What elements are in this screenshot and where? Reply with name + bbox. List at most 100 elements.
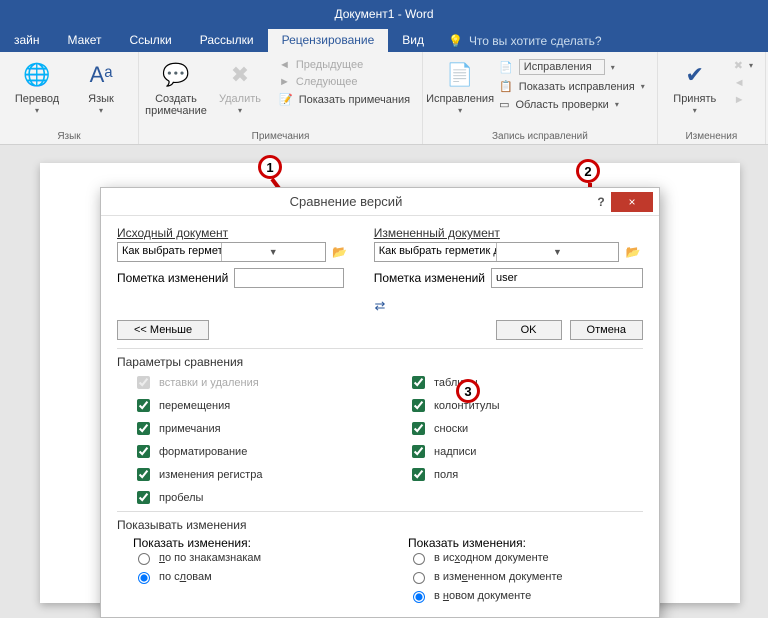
language-button[interactable]: Аᵃ Язык▾: [72, 56, 130, 116]
reviewing-pane-label: Область проверки: [515, 99, 608, 111]
prev-change-icon: ◄: [734, 77, 745, 89]
show-comments-icon: 📝: [279, 93, 293, 106]
dialog-help-button[interactable]: ?: [591, 195, 611, 209]
group-tracking: 📄 Исправления▾ 📄Исправления▾ 📋 Показать и…: [423, 52, 658, 144]
translate-label: Перевод: [15, 93, 59, 105]
tab-view[interactable]: Вид: [388, 29, 438, 52]
chk-ws[interactable]: пробелы: [133, 488, 368, 507]
swap-button[interactable]: ⇄: [375, 298, 386, 313]
tab-references[interactable]: Ссылки: [115, 29, 185, 52]
track-label: Исправления: [426, 93, 494, 105]
chk-case[interactable]: изменения регистра: [133, 465, 368, 484]
dialog-close-button[interactable]: ×: [611, 192, 653, 212]
track-icon: 📄: [446, 63, 473, 87]
annotation-badge-2: 2: [576, 159, 600, 183]
rad-orig-doc[interactable]: в исходном документе: [408, 550, 643, 565]
show-title: Показывать изменения: [117, 518, 643, 532]
group-comments: 💬 Создать примечание ✖ Удалить▾ ◄ Предыду…: [139, 52, 423, 144]
mark-orig-label: Пометка изменений: [117, 271, 228, 285]
mark-rev-label: Пометка изменений: [374, 271, 485, 285]
prev-icon: ◄: [279, 59, 290, 71]
display-for-review[interactable]: 📄Исправления▾: [495, 58, 649, 76]
show-comments-button[interactable]: 📝 Показать примечания: [275, 92, 414, 107]
mark-rev-input[interactable]: [491, 268, 643, 288]
rad-rev-doc[interactable]: в измененном документе: [408, 569, 643, 584]
prev-comment-button[interactable]: ◄ Предыдущее: [275, 58, 414, 72]
prev-change-button[interactable]: ◄: [730, 76, 757, 90]
less-button[interactable]: << Меньше: [117, 320, 209, 340]
tab-design[interactable]: зайн: [0, 29, 54, 52]
comment-icon: 💬: [162, 63, 189, 87]
accept-icon: ✔: [686, 63, 704, 87]
show-markup-label: Показать исправления: [519, 81, 635, 93]
track-changes-button[interactable]: 📄 Исправления▾: [431, 56, 489, 116]
chevron-down-icon: ▼: [221, 243, 325, 261]
rad-word[interactable]: по словам: [133, 569, 368, 584]
delete-label: Удалить: [219, 93, 261, 105]
new-comment-label: Создать примечание: [145, 93, 207, 117]
next-icon: ►: [279, 76, 290, 88]
revised-browse-button[interactable]: 📂: [623, 242, 643, 262]
dialog-body: Исходный документ Как выбрать герметик д…: [101, 216, 659, 617]
next-change-icon: ►: [734, 94, 745, 106]
chk-headers[interactable]: колонтитулы: [408, 396, 643, 415]
reject-icon: ✖: [734, 59, 743, 72]
compare-dialog: Сравнение версий ? × Исходный документ К…: [100, 187, 660, 618]
revised-document-value: Как выбрать герметик для ванной.: [375, 243, 496, 261]
tab-mailings[interactable]: Рассылки: [186, 29, 268, 52]
show-comments-label: Показать примечания: [299, 94, 410, 106]
chk-tables[interactable]: таблицы: [408, 373, 643, 392]
rad-new-doc[interactable]: в новом документе: [408, 588, 643, 603]
next-label: Следующее: [296, 76, 358, 88]
next-change-button[interactable]: ►: [730, 93, 757, 107]
original-browse-button[interactable]: 📂: [330, 242, 350, 262]
new-comment-button[interactable]: 💬 Создать примечание: [147, 56, 205, 117]
app-title: Документ1 - Word: [334, 7, 433, 21]
mark-orig-input[interactable]: [234, 268, 344, 288]
group-language: 🌐 Перевод▾ Аᵃ Язык▾ Язык: [0, 52, 139, 144]
show-at-label: Показать изменения:: [117, 536, 368, 550]
tab-review[interactable]: Рецензирование: [268, 29, 389, 52]
ribbon: 🌐 Перевод▾ Аᵃ Язык▾ Язык 💬 Создать приме…: [0, 52, 768, 145]
group-changes: ✔ Принять▾ ✖▾ ◄ ► Изменения: [658, 52, 766, 144]
annotation-badge-1: 1: [258, 155, 282, 179]
original-document-value: Как выбрать герметик для ванной.: [118, 243, 221, 261]
tell-me-label: Что вы хотите сделать?: [469, 34, 602, 48]
chevron-down-icon: ▼: [496, 243, 618, 261]
chk-fields[interactable]: поля: [408, 465, 643, 484]
group-comments-label: Примечания: [147, 129, 414, 142]
chk-format[interactable]: форматирование: [133, 442, 368, 461]
chk-moves[interactable]: перемещения: [133, 396, 368, 415]
translate-button[interactable]: 🌐 Перевод▾: [8, 56, 66, 116]
chk-captions[interactable]: надписи: [408, 442, 643, 461]
tell-me[interactable]: 💡 Что вы хотите сделать?: [438, 30, 612, 52]
display-combo[interactable]: Исправления: [519, 59, 605, 75]
close-icon: ×: [628, 195, 635, 209]
markup-icon: 📋: [499, 80, 513, 93]
pane-icon: ▭: [499, 98, 509, 111]
chk-comments[interactable]: примечания: [133, 419, 368, 438]
dialog-titlebar: Сравнение версий ? ×: [101, 188, 659, 216]
chk-footnotes[interactable]: сноски: [408, 419, 643, 438]
group-language-label: Язык: [8, 129, 130, 142]
cancel-button[interactable]: Отмена: [570, 320, 643, 340]
tab-layout[interactable]: Макет: [54, 29, 116, 52]
rad-char[interactable]: по по знакамзнакам: [133, 550, 368, 565]
reject-button[interactable]: ✖▾: [730, 58, 757, 73]
ribbon-tabs: зайн Макет Ссылки Рассылки Рецензировани…: [0, 28, 768, 52]
prev-label: Предыдущее: [296, 59, 363, 71]
revised-document-combo[interactable]: Как выбрать герметик для ванной. ▼: [374, 242, 619, 262]
chk-inserts[interactable]: вставки и удаления: [133, 373, 368, 392]
delete-comment-button[interactable]: ✖ Удалить▾: [211, 56, 269, 117]
language-label: Язык: [88, 93, 114, 105]
original-document-combo[interactable]: Как выбрать герметик для ванной. ▼: [117, 242, 326, 262]
next-comment-button[interactable]: ► Следующее: [275, 75, 414, 89]
accept-label: Принять: [673, 93, 716, 105]
params-title: Параметры сравнения: [117, 355, 643, 369]
ok-button[interactable]: OK: [496, 320, 562, 340]
reviewing-pane-button[interactable]: ▭Область проверки▾: [495, 97, 649, 112]
language-icon: Аᵃ: [90, 63, 113, 87]
show-in-label: Показать изменения:: [392, 536, 643, 550]
accept-button[interactable]: ✔ Принять▾: [666, 56, 724, 116]
show-markup-button[interactable]: 📋Показать исправления▾: [495, 79, 649, 94]
